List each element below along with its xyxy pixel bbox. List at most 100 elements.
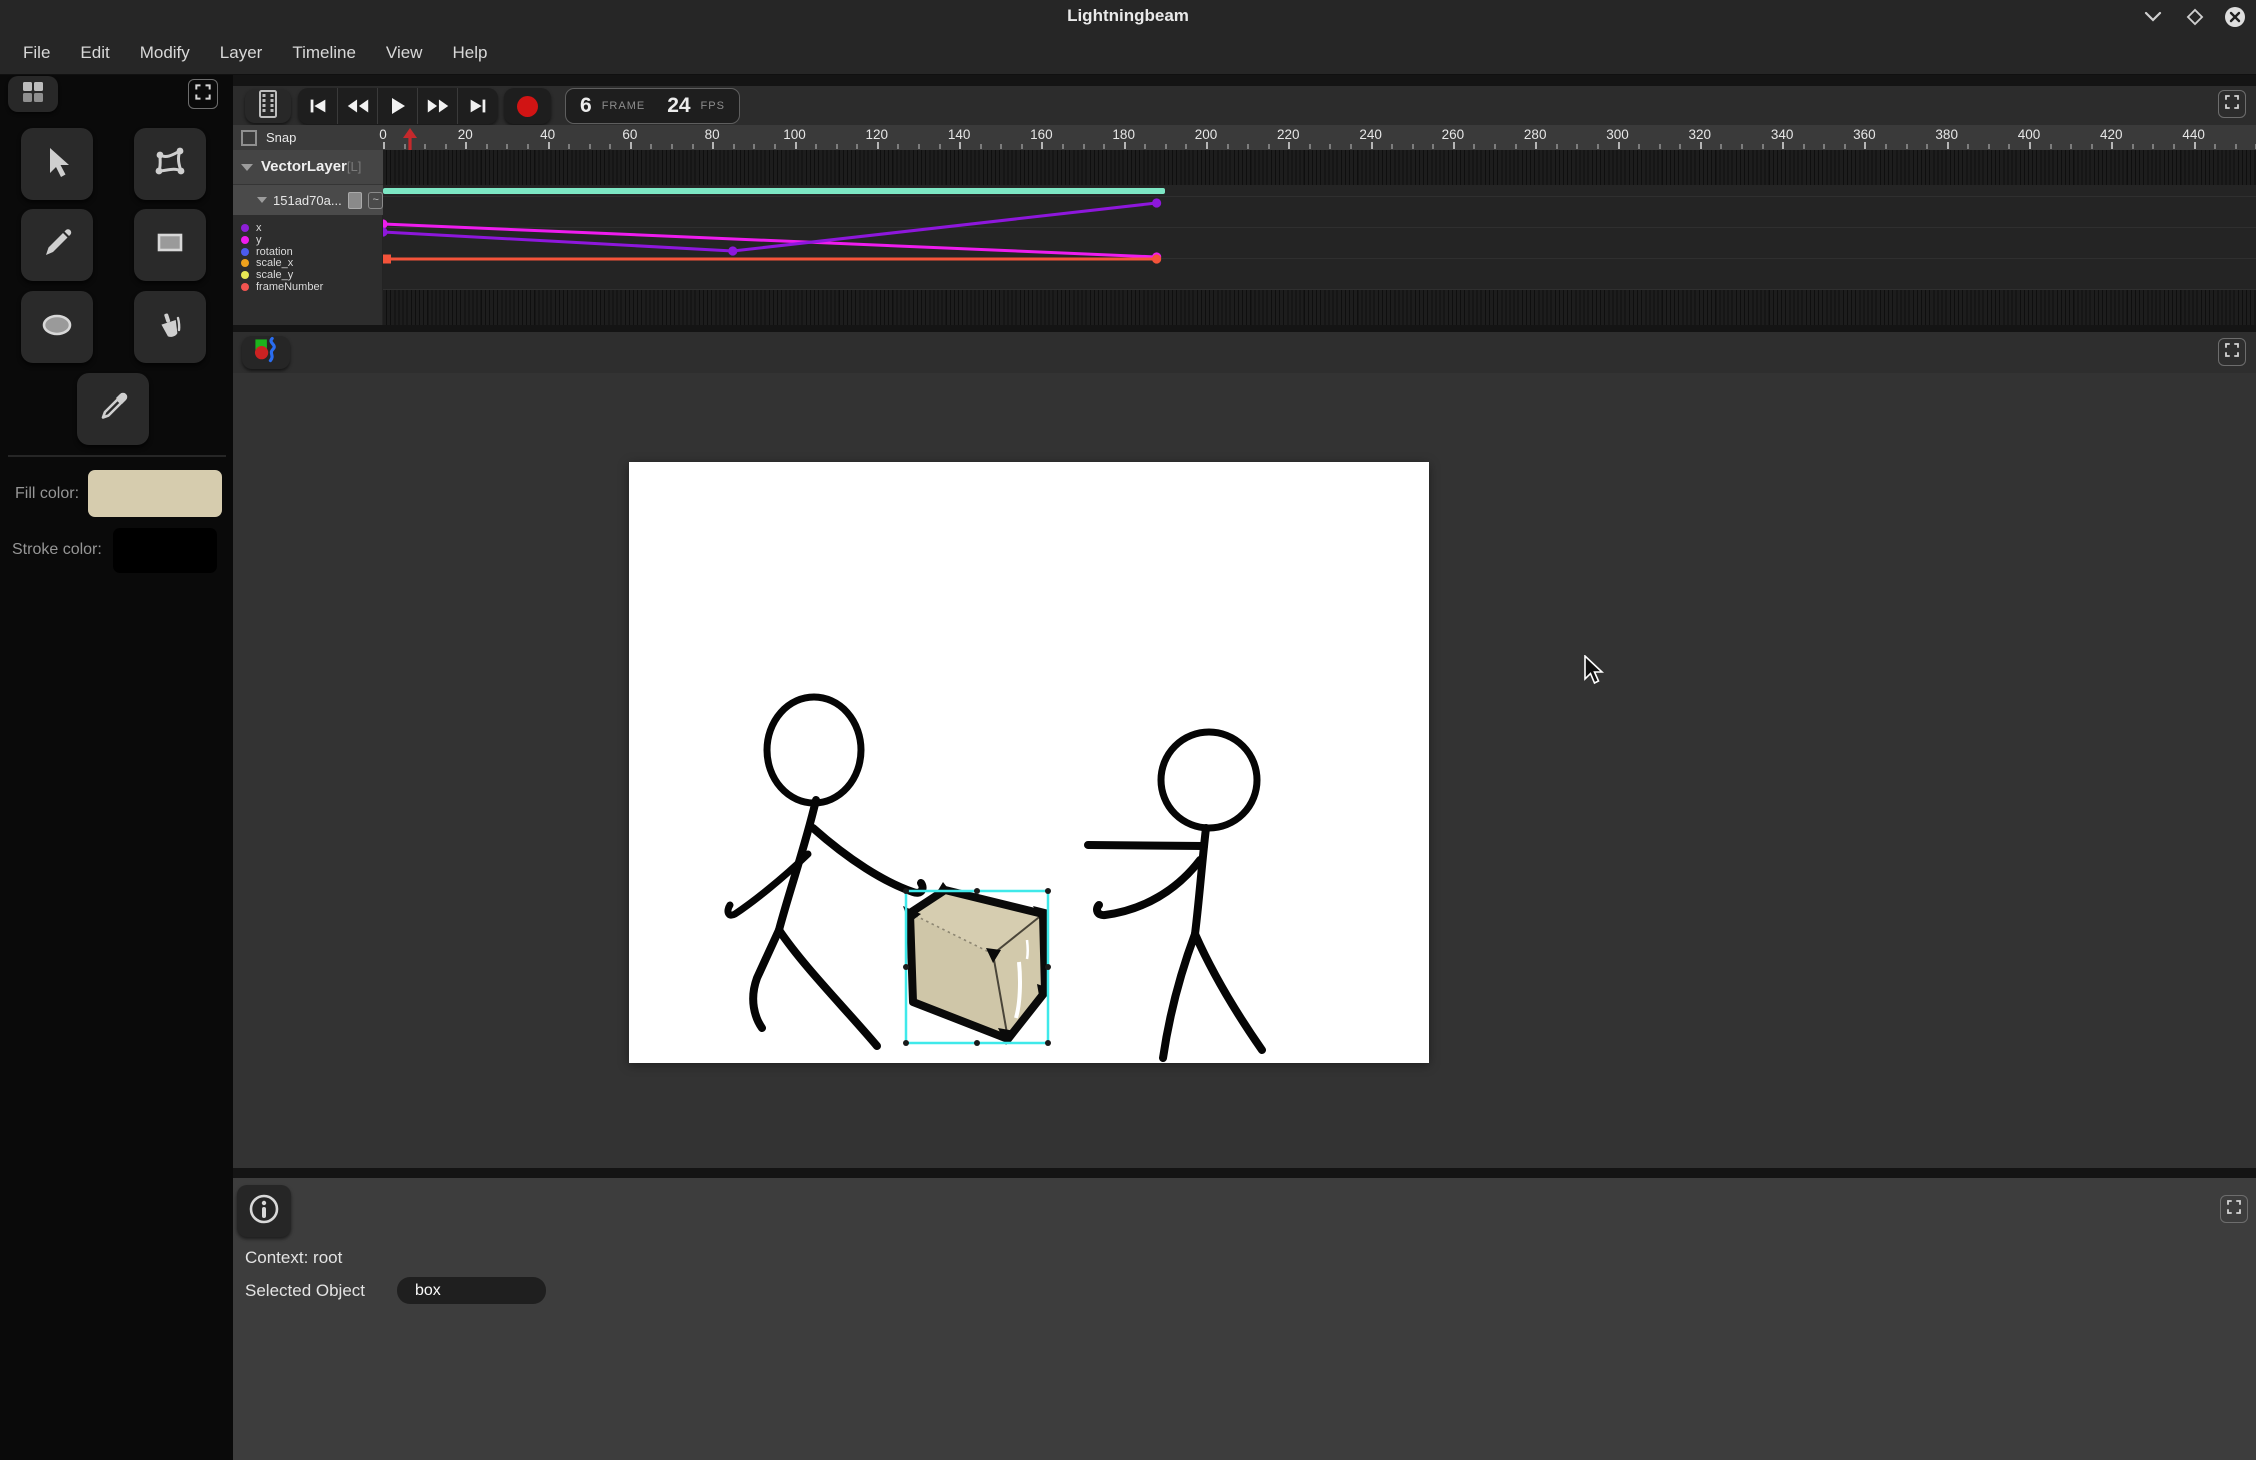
ruler-tick bbox=[548, 142, 550, 149]
menu-layer[interactable]: Layer bbox=[205, 32, 278, 74]
ruler-tick bbox=[1700, 142, 1702, 149]
property-name: frameNumber bbox=[256, 281, 323, 293]
info-expand-button[interactable] bbox=[2220, 1195, 2248, 1223]
box-object bbox=[903, 882, 1049, 1045]
layer-visibility-button[interactable] bbox=[348, 192, 363, 209]
ruler-tick bbox=[1515, 144, 1517, 149]
property-row-rotation[interactable]: rotation bbox=[241, 246, 293, 258]
ruler-tick bbox=[1453, 142, 1455, 149]
property-row-y[interactable]: y bbox=[241, 234, 262, 246]
frame-ruler[interactable]: 0204060801001201401601802002202402602803… bbox=[383, 125, 2256, 150]
info-panel-button[interactable] bbox=[237, 1185, 291, 1237]
grid-icon bbox=[20, 79, 46, 110]
chevron-down-icon[interactable] bbox=[257, 197, 267, 203]
layer-extent-bar[interactable] bbox=[383, 188, 1165, 194]
menu-timeline[interactable]: Timeline bbox=[277, 32, 371, 74]
canvas-expand-button[interactable] bbox=[2218, 338, 2246, 366]
ruler-tick bbox=[939, 144, 941, 149]
ruler-label: 100 bbox=[773, 127, 817, 142]
ruler-tick bbox=[1576, 144, 1578, 149]
layer-curve-toggle-button[interactable]: ~ bbox=[368, 192, 383, 209]
timeline-expand-button[interactable] bbox=[2218, 90, 2246, 118]
property-row-scale_x[interactable]: scale_x bbox=[241, 257, 293, 269]
ruler-label: 320 bbox=[1678, 127, 1722, 142]
ruler-tick bbox=[630, 142, 632, 149]
record-icon bbox=[517, 96, 538, 117]
ruler-label: 440 bbox=[2172, 127, 2216, 142]
chevron-down-icon[interactable] bbox=[241, 164, 253, 171]
selected-object-value[interactable]: box bbox=[397, 1277, 546, 1304]
property-row-x[interactable]: x bbox=[241, 222, 262, 234]
ruler-label: 180 bbox=[1102, 127, 1146, 142]
playhead[interactable] bbox=[402, 128, 418, 150]
stage[interactable] bbox=[629, 462, 1429, 1063]
tool-transform-button[interactable] bbox=[134, 128, 206, 200]
ruler-tick bbox=[2235, 144, 2237, 149]
rectangle-icon bbox=[150, 223, 190, 268]
ruler-tick bbox=[2173, 144, 2175, 149]
tool-rectangle-button[interactable] bbox=[134, 209, 206, 281]
expand-icon bbox=[2225, 1198, 2243, 1221]
selected-object-label: Selected Object bbox=[245, 1281, 365, 1301]
frame-grid[interactable] bbox=[383, 150, 2256, 185]
rewind-button[interactable] bbox=[338, 88, 378, 124]
ruler-tick bbox=[506, 144, 508, 149]
tool-pencil-button[interactable] bbox=[21, 209, 93, 281]
layer-list: VectorLayer[L] 151ad70a... ~ xyrotations… bbox=[233, 150, 383, 325]
timeline-panel: 6 FRAME 24 FPS Snap 02040608010012014016… bbox=[233, 86, 2256, 325]
keyframe-point bbox=[1152, 254, 1161, 263]
menu-help[interactable]: Help bbox=[437, 32, 502, 74]
tools-divider bbox=[8, 455, 226, 457]
keyframe-point bbox=[728, 246, 737, 255]
menu-view[interactable]: View bbox=[371, 32, 438, 74]
property-row-scale_y[interactable]: scale_y bbox=[241, 269, 293, 281]
menu-file[interactable]: File bbox=[8, 32, 65, 74]
menu-edit[interactable]: Edit bbox=[65, 32, 124, 74]
keyframe-point bbox=[383, 227, 388, 236]
fill-color-swatch[interactable] bbox=[88, 470, 222, 517]
play-button[interactable] bbox=[378, 88, 418, 124]
snap-checkbox[interactable] bbox=[241, 130, 257, 146]
ruler-tick bbox=[1823, 144, 1825, 149]
menu-modify[interactable]: Modify bbox=[125, 32, 205, 74]
skip-to-end-button[interactable] bbox=[458, 88, 498, 124]
property-name: y bbox=[256, 234, 262, 246]
fast-forward-button[interactable] bbox=[418, 88, 458, 124]
ruler-tick bbox=[1021, 144, 1023, 149]
ruler-tick bbox=[1247, 144, 1249, 149]
record-button[interactable] bbox=[504, 88, 551, 124]
property-row-frameNumber[interactable]: frameNumber bbox=[241, 281, 323, 293]
ruler-tick bbox=[1268, 144, 1270, 149]
ruler-tick bbox=[980, 144, 982, 149]
snap-label: Snap bbox=[266, 130, 296, 145]
export-film-button[interactable] bbox=[245, 89, 291, 123]
ruler-tick bbox=[1926, 144, 1928, 149]
ruler-tick bbox=[589, 144, 591, 149]
property-color-dot bbox=[241, 236, 249, 244]
tool-select-button[interactable] bbox=[21, 128, 93, 200]
ruler-label: 140 bbox=[937, 127, 981, 142]
frame-grid[interactable] bbox=[383, 290, 2256, 325]
tool-eyedropper-button[interactable] bbox=[77, 373, 149, 445]
tools-expand-button[interactable] bbox=[188, 79, 218, 109]
keyframe-curves[interactable] bbox=[383, 196, 2256, 290]
skip-to-start-button[interactable] bbox=[298, 88, 338, 124]
ruler-tick bbox=[1679, 144, 1681, 149]
tool-paint-bucket-button[interactable] bbox=[134, 291, 206, 363]
window-maximize-icon[interactable] bbox=[2182, 6, 2208, 28]
stage-panel-button[interactable] bbox=[242, 336, 290, 369]
ruler-label: 240 bbox=[1349, 127, 1393, 142]
frame-fps-panel[interactable]: 6 FRAME 24 FPS bbox=[565, 88, 740, 124]
window-minimize-icon[interactable] bbox=[2140, 6, 2166, 28]
stroke-color-swatch[interactable] bbox=[113, 528, 217, 573]
ruler-tick bbox=[1000, 144, 1002, 149]
window-close-icon[interactable] bbox=[2222, 6, 2248, 28]
keyframe-area[interactable] bbox=[383, 150, 2256, 325]
panel-grid-button[interactable] bbox=[8, 76, 58, 112]
tool-ellipse-button[interactable] bbox=[21, 291, 93, 363]
context-text: Context: root bbox=[245, 1248, 342, 1268]
select-arrow-icon bbox=[37, 142, 77, 187]
layer-row-vectorlayer[interactable]: VectorLayer[L] bbox=[233, 150, 383, 185]
transform-path-icon bbox=[150, 142, 190, 187]
layer-row-object[interactable]: 151ad70a... ~ bbox=[233, 185, 383, 215]
